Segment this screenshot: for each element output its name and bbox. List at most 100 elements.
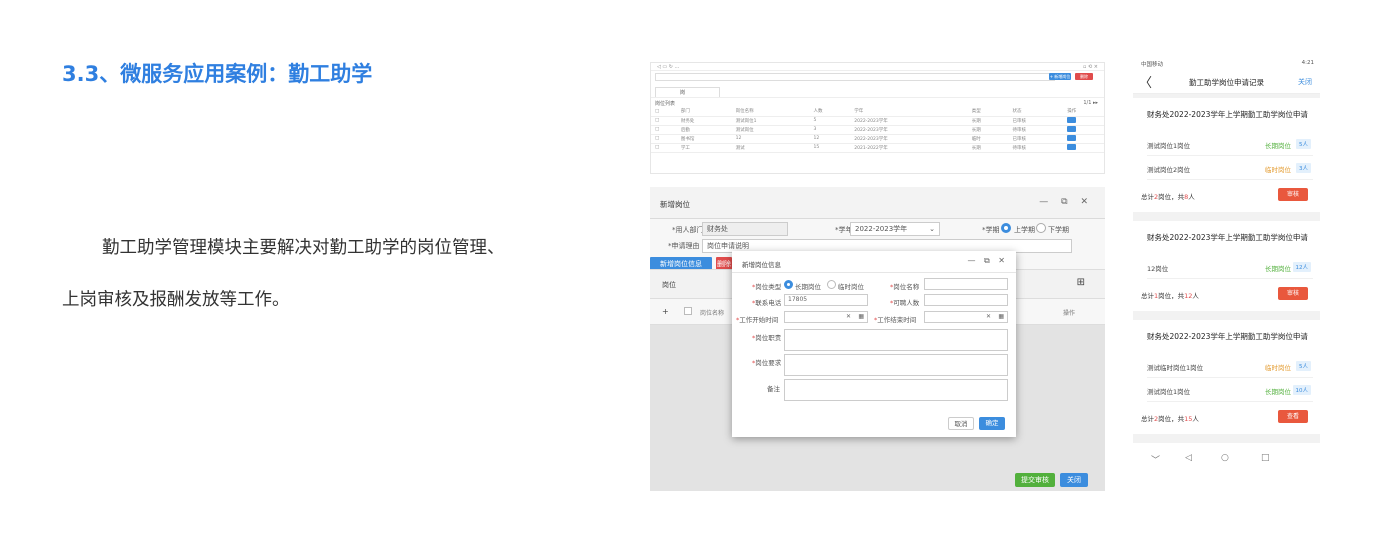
phone-input[interactable]: 17805 [784, 294, 868, 306]
table-cell: 已审核 [1008, 116, 1064, 126]
post-type: 长期岗位 [1265, 265, 1291, 273]
type-radio-long[interactable] [784, 280, 793, 289]
requirement-textarea[interactable] [784, 354, 1008, 376]
cancel-button[interactable]: 取消 [948, 417, 974, 430]
note-label: 备注 [767, 385, 780, 393]
post-row: 测试岗位1岗位 长期岗位 5人 [1147, 132, 1313, 156]
summary-text: 岗位，共 [1158, 292, 1185, 300]
add-post-button[interactable]: + 新增岗位 [1049, 73, 1071, 80]
year-select[interactable]: 2022-2023学年 ⌄ [850, 222, 940, 236]
post-name-input[interactable] [924, 278, 1008, 290]
clear-icon[interactable]: ✕ [986, 312, 991, 322]
table-cell: 2022-2023学年 [850, 134, 968, 144]
post-row: 测试岗位2岗位 临时岗位 3人 [1147, 156, 1313, 180]
start-date-input[interactable]: ✕ ▦ [784, 311, 868, 323]
post-row: 测试临时岗位1岗位 临时岗位 5人 [1147, 354, 1313, 378]
edit-icon[interactable] [1067, 116, 1077, 123]
paragraph-line-2: 上岗审核及报酬发放等工作。 [62, 290, 290, 310]
review-button[interactable]: 查看 [1278, 410, 1308, 423]
table-cell: 长期 [967, 116, 1009, 126]
close-button[interactable]: 关闭 [1060, 473, 1088, 487]
row-actions [1063, 125, 1104, 135]
back-triangle-icon[interactable]: ◁ [1185, 453, 1192, 463]
duty-textarea[interactable] [784, 329, 1008, 351]
note-textarea[interactable] [784, 379, 1008, 401]
edit-icon[interactable] [1067, 143, 1077, 150]
confirm-button[interactable]: 确定 [979, 417, 1005, 430]
summary-text: 总计 [1141, 193, 1154, 201]
table-cell: 15 [809, 143, 851, 153]
mobile-close-link[interactable]: 关闭 [1298, 77, 1312, 87]
card-title: 财务处2022-2023学年上学期勤工助学岗位申请 [1147, 332, 1308, 341]
slide-paragraph: 勤工助学管理模块主要解决对勤工助学的岗位管理、 上岗审核及报酬发放等工作。 [62, 222, 592, 326]
col-operation: 操作 [1062, 310, 1075, 317]
summary-text: 总计 [1141, 292, 1154, 300]
post-section-label: 岗位 [662, 281, 676, 289]
end-date-input[interactable]: ✕ ▦ [924, 311, 1008, 323]
table-cell: 测试 [731, 143, 810, 153]
recent-apps-icon[interactable]: □ [1261, 453, 1270, 463]
table-cell: 待审核 [1008, 125, 1064, 135]
table-cell: 3 [809, 125, 851, 135]
table-cell: 测试岗位 [731, 125, 810, 135]
post-type: 长期岗位 [1265, 142, 1291, 150]
col-header: 状态 [1008, 107, 1064, 117]
table-row[interactable]: □ 学工 测试 15 2021-2022学年 长期 待审核 [651, 143, 1104, 153]
table-cell: □ [651, 143, 677, 153]
col-post-name: 岗位名称 [700, 310, 725, 317]
status-bar: 中国移动 4:21 [1133, 58, 1320, 68]
browser-url: ◁ ▭ ↻ ... [657, 64, 680, 70]
review-button[interactable]: 审核 [1278, 287, 1308, 300]
term-radio-second[interactable] [1036, 223, 1046, 233]
collapse-icon[interactable]: ﹀ [1151, 453, 1160, 466]
application-card[interactable]: 财务处2022-2023学年上学期勤工助学岗位申请测试临时岗位1岗位 临时岗位 5人… [1133, 320, 1320, 434]
table-row[interactable]: □ 后勤 测试岗位 3 2022-2023学年 长期 待审核 [651, 125, 1104, 135]
table-cell: 5 [809, 116, 851, 126]
term-radio-first[interactable] [1001, 223, 1011, 233]
submit-review-button[interactable]: 提交审核 [1015, 473, 1055, 487]
type-label: *岗位类型 [752, 283, 782, 291]
job-list-screenshot: ◁ ▭ ↻ ... ▫ ⟲ × + 新增岗位 删除 岗 岗位列表 1/1 ▸▸ … [650, 62, 1105, 174]
mobile-app-screenshot: 中国移动 4:21 〈 勤工助学岗位申请记录 关闭 财务处2022-2023学年… [1133, 58, 1320, 468]
modal-title: 新增岗位 [660, 200, 690, 209]
review-button[interactable]: 审核 [1278, 188, 1308, 201]
dialog-window-controls[interactable]: — ⧉ ✕ [967, 256, 1008, 266]
calendar-icon[interactable]: ▦ [858, 312, 864, 322]
post-row: 测试岗位1岗位 长期岗位 10人 [1147, 378, 1313, 402]
headcount-badge: 5人 [1296, 139, 1311, 149]
table-row[interactable]: □ 图书馆 12 12 2022-2023学年 临时 已审核 [651, 134, 1104, 144]
dept-label: *用人部门 [672, 226, 704, 234]
edit-icon[interactable] [1067, 134, 1077, 141]
table-row[interactable]: □ 财务处 测试岗位1 5 2022-2023学年 长期 已审核 [651, 116, 1104, 126]
pager[interactable]: 1/1 ▸▸ [1083, 100, 1098, 106]
modal-window-controls[interactable]: — ⧉ ✕ [1039, 197, 1093, 207]
table-cell: □ [651, 116, 677, 126]
table-cell: 12 [731, 134, 810, 144]
tab-post[interactable]: 岗 [655, 87, 720, 97]
search-input[interactable] [655, 73, 1055, 81]
calendar-icon[interactable]: ▦ [998, 312, 1004, 322]
carrier-text: 中国移动 [1141, 62, 1164, 68]
browser-controls[interactable]: ▫ ⟲ × [1083, 64, 1098, 70]
clear-icon[interactable]: ✕ [846, 312, 851, 322]
header-checkbox[interactable] [684, 307, 692, 315]
post-name: 测试岗位1岗位 [1147, 388, 1191, 396]
application-card[interactable]: 财务处2022-2023学年上学期勤工助学岗位申请 12岗位 长期岗位 12人 总计1岗… [1133, 221, 1320, 311]
requirement-label: *岗位要求 [752, 359, 782, 367]
col-header: 类型 [967, 107, 1009, 117]
edit-icon[interactable] [1067, 125, 1077, 132]
expand-plus-icon[interactable]: + [662, 307, 669, 316]
home-circle-icon[interactable]: ○ [1221, 453, 1229, 463]
dept-field[interactable]: 财务处 [702, 222, 788, 236]
count-input[interactable] [924, 294, 1008, 306]
clock-text: 4:21 [1301, 60, 1314, 66]
delete-button[interactable]: 删除 [1075, 73, 1093, 80]
post-type: 长期岗位 [1265, 388, 1291, 396]
col-header: □ [651, 107, 677, 117]
table-cell: 12 [809, 134, 851, 144]
type-radio-temp[interactable] [827, 280, 836, 289]
row-actions [1063, 134, 1104, 144]
table-cell: 图书馆 [676, 134, 732, 144]
application-card[interactable]: 财务处2022-2023学年上学期勤工助学岗位申请 测试岗位1岗位 长期岗位 5人 测试… [1133, 98, 1320, 212]
grid-icon[interactable]: ⊞ [1077, 277, 1085, 288]
